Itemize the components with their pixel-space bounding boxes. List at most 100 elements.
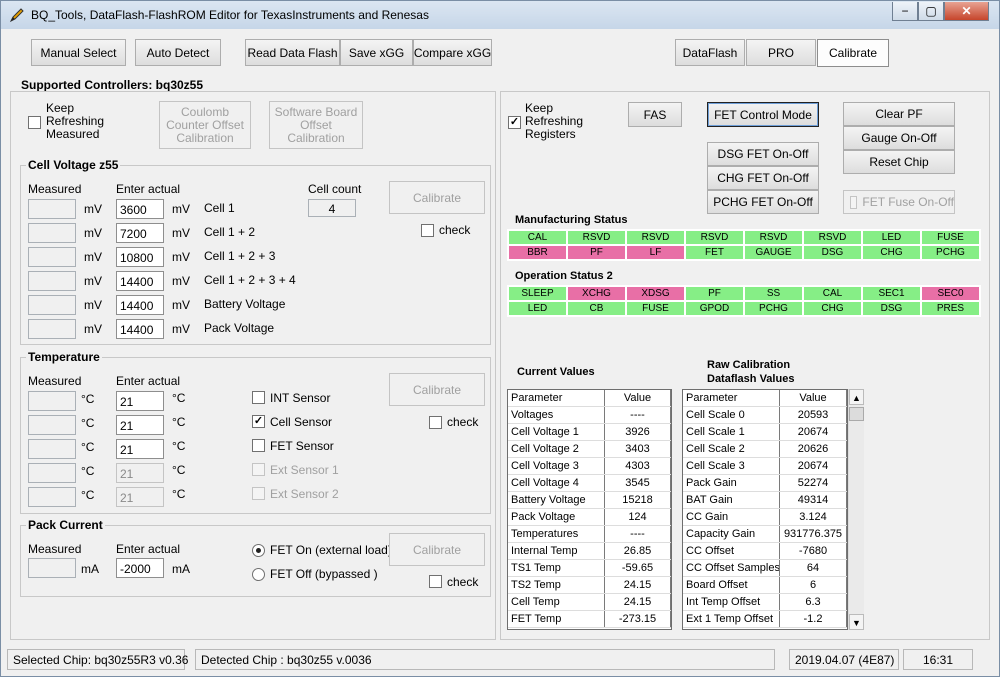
temp-actual-input[interactable]: 21 (116, 463, 164, 483)
fet-on-radio[interactable] (252, 544, 265, 557)
table-row[interactable]: Int Temp Offset 6.3 (683, 594, 847, 611)
tab-pro[interactable]: PRO (746, 39, 816, 66)
temp-actual-input[interactable]: 21 (116, 391, 164, 411)
pc-check-checkbox[interactable] (429, 575, 442, 588)
pack-current-actual-input[interactable]: -2000 (116, 558, 164, 578)
cv-unit-actual: mV (172, 226, 190, 240)
temp-actual-input[interactable]: 21 (116, 415, 164, 435)
chg-fet-button[interactable]: CHG FET On-Off (707, 166, 819, 190)
table-row[interactable]: Cell Scale 0 20593 (683, 407, 847, 424)
fet-fuse-label: FET Fuse On-Off (862, 195, 954, 209)
fet-fuse-checkbox[interactable] (850, 195, 858, 209)
op-bit: PCHG (744, 301, 803, 316)
table-row[interactable]: TS2 Temp 24.15 (508, 577, 671, 594)
op-bit: DSG (862, 301, 921, 316)
date-status: 2019.04.07 (4E87) (789, 649, 899, 670)
table-row[interactable]: Voltages ---- (508, 407, 671, 424)
close-button[interactable]: ✕ (944, 2, 989, 21)
temp-actual-input[interactable]: 21 (116, 439, 164, 459)
table-row[interactable]: FET Temp -273.15 (508, 611, 671, 628)
cv-actual-input[interactable]: 3600 (116, 199, 164, 219)
header-parameter: Parameter (683, 390, 780, 406)
table-row[interactable]: Board Offset 6 (683, 577, 847, 594)
table-row[interactable]: Temperatures ---- (508, 526, 671, 543)
temp-sensor-checkbox[interactable]: ✓ (252, 415, 265, 428)
temp-actual-input[interactable]: 21 (116, 487, 164, 507)
auto-detect-button[interactable]: Auto Detect (135, 39, 221, 66)
table-row[interactable]: Battery Voltage 15218 (508, 492, 671, 509)
minimize-button[interactable]: − (892, 2, 918, 21)
manual-select-button[interactable]: Manual Select (31, 39, 126, 66)
fet-off-radio[interactable] (252, 568, 265, 581)
table-row[interactable]: CC Gain 3.124 (683, 509, 847, 526)
reset-chip-button[interactable]: Reset Chip (843, 150, 955, 174)
fet-fuse-button[interactable]: FET Fuse On-Off (843, 190, 955, 214)
tab-calibrate[interactable]: Calibrate (817, 39, 889, 67)
row-parameter: Ext 1 Temp Offset (683, 611, 780, 627)
cv-measured-field (28, 271, 76, 291)
op-bit: PRES (921, 301, 980, 316)
mfg-bit: CAL (508, 230, 567, 245)
clear-pf-button[interactable]: Clear PF (843, 102, 955, 126)
scroll-down-icon[interactable]: ▼ (849, 614, 864, 630)
temperature-calibrate-button[interactable]: Calibrate (389, 373, 485, 406)
temp-sensor-checkbox[interactable] (252, 487, 265, 500)
temp-sensor-checkbox[interactable] (252, 439, 265, 452)
tab-dataflash[interactable]: DataFlash (675, 39, 745, 66)
read-data-flash-button[interactable]: Read Data Flash (245, 39, 340, 66)
raw-values-scrollbar[interactable]: ▲ ▼ (848, 389, 864, 630)
row-value: 26.85 (605, 543, 671, 559)
temp-sensor-checkbox[interactable] (252, 391, 265, 404)
cell-voltage-calibrate-button[interactable]: Calibrate (389, 181, 485, 214)
table-row[interactable]: Ext 1 Temp Offset -1.2 (683, 611, 847, 628)
row-parameter: Temperatures (508, 526, 605, 542)
table-row[interactable]: Cell Voltage 1 3926 (508, 424, 671, 441)
fet-control-mode-button[interactable]: FET Control Mode (707, 102, 819, 127)
table-row[interactable]: Cell Scale 3 20674 (683, 458, 847, 475)
table-row[interactable]: Pack Gain 52274 (683, 475, 847, 492)
cv-actual-input[interactable]: 14400 (116, 271, 164, 291)
scroll-thumb[interactable] (849, 407, 864, 421)
table-row[interactable]: Cell Scale 1 20674 (683, 424, 847, 441)
coulomb-counter-offset-calibration-button[interactable]: Coulomb Counter Offset Calibration (159, 101, 251, 149)
software-board-offset-calibration-button[interactable]: Software Board Offset Calibration (269, 101, 363, 149)
save-xgg-button[interactable]: Save xGG (340, 39, 413, 66)
table-row[interactable]: Cell Voltage 2 3403 (508, 441, 671, 458)
row-value: 24.15 (605, 577, 671, 593)
pchg-fet-button[interactable]: PCHG FET On-Off (707, 190, 819, 214)
pack-current-calibrate-button[interactable]: Calibrate (389, 533, 485, 566)
cv-actual-input[interactable]: 14400 (116, 295, 164, 315)
table-row[interactable]: TS1 Temp -59.65 (508, 560, 671, 577)
dsg-fet-button[interactable]: DSG FET On-Off (707, 142, 819, 166)
compare-xgg-button[interactable]: Compare xGG (413, 39, 492, 66)
temp-sensor-label: Ext Sensor 2 (270, 487, 339, 501)
table-row[interactable]: Cell Voltage 3 4303 (508, 458, 671, 475)
keep-refreshing-registers-checkbox[interactable]: ✓ (508, 116, 521, 129)
temp-check-checkbox[interactable] (429, 416, 442, 429)
op-bit: XDSG (626, 286, 685, 301)
table-row[interactable]: Pack Voltage 124 (508, 509, 671, 526)
table-row[interactable]: BAT Gain 49314 (683, 492, 847, 509)
temp-sensor-checkbox[interactable] (252, 463, 265, 476)
cv-actual-input[interactable]: 10800 (116, 247, 164, 267)
table-row[interactable]: Internal Temp 26.85 (508, 543, 671, 560)
table-row[interactable]: CC Offset -7680 (683, 543, 847, 560)
fas-button[interactable]: FAS (628, 102, 682, 127)
op-bit: SS (744, 286, 803, 301)
cv-row-name: Cell 1 + 2 + 3 (204, 249, 276, 263)
table-row[interactable]: Cell Scale 2 20626 (683, 441, 847, 458)
keep-refreshing-measured-checkbox[interactable] (28, 116, 41, 129)
maximize-button[interactable]: ▢ (918, 2, 944, 21)
cv-actual-input[interactable]: 14400 (116, 319, 164, 339)
table-row[interactable]: Cell Temp 24.15 (508, 594, 671, 611)
gauge-on-off-button[interactable]: Gauge On-Off (843, 126, 955, 150)
row-value: 20674 (780, 458, 847, 474)
cv-actual-input[interactable]: 7200 (116, 223, 164, 243)
scroll-up-icon[interactable]: ▲ (849, 389, 864, 405)
table-row[interactable]: Cell Voltage 4 3545 (508, 475, 671, 492)
temp-sensor-label: Cell Sensor (270, 415, 333, 429)
cv-check-checkbox[interactable] (421, 224, 434, 237)
table-row[interactable]: Capacity Gain 931776.375 (683, 526, 847, 543)
row-value: ---- (605, 407, 671, 423)
table-row[interactable]: CC Offset Samples 64 (683, 560, 847, 577)
